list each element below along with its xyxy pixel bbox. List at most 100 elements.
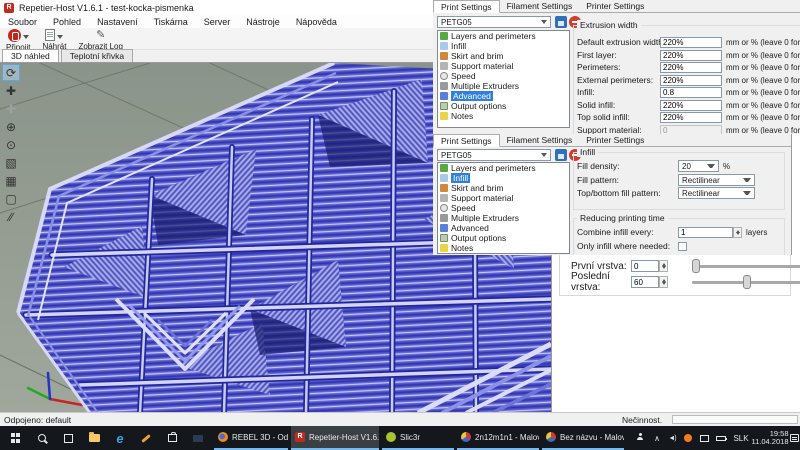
combine-infill-stepper[interactable] <box>733 227 742 238</box>
top-solid-infill-width-input[interactable] <box>660 112 722 123</box>
fill-density-select[interactable]: 20 <box>678 160 719 172</box>
menu-pohled[interactable]: Pohled <box>45 17 89 27</box>
list-item-skirt[interactable]: Skirt and brim <box>438 51 569 61</box>
last-layer-slider[interactable] <box>692 281 800 284</box>
volume-tray-button[interactable]: ◄) <box>664 426 680 450</box>
edge-button[interactable]: e <box>108 426 132 450</box>
list-item-infill[interactable]: Infill <box>438 173 569 183</box>
first-layer-stepper[interactable] <box>659 260 668 272</box>
first-layer-input[interactable] <box>631 260 659 272</box>
last-layer-stepper[interactable] <box>659 276 668 288</box>
isometric-view-button[interactable]: ▧ <box>2 154 20 171</box>
list-item-extruders[interactable]: Multiple Extruders <box>438 81 569 91</box>
zoom-in-button[interactable]: ⊕ <box>2 118 20 135</box>
default-extrusion-width-input[interactable] <box>660 37 722 48</box>
antivirus-tray-button[interactable] <box>680 426 696 450</box>
list-item-support[interactable]: Support material <box>438 193 569 203</box>
infill-width-input[interactable] <box>660 87 722 98</box>
store-button[interactable] <box>160 426 184 450</box>
list-item-speed[interactable]: Speed <box>438 203 569 213</box>
taskbar-window-paint-2[interactable]: Bez názvu - Malová... <box>542 426 624 450</box>
tab-temperature-curve[interactable]: Teplotní křivka <box>61 49 133 62</box>
perimeters-width-input[interactable] <box>660 62 722 73</box>
menu-tiskarna[interactable]: Tiskárna <box>146 17 196 27</box>
people-tray-button[interactable] <box>632 426 648 450</box>
rotate-tool-button[interactable]: ⟳ <box>2 64 20 81</box>
menu-nastroje[interactable]: Nástroje <box>238 17 288 27</box>
list-item-advanced[interactable]: Advanced <box>438 223 569 233</box>
chevron-down-icon[interactable] <box>57 35 63 39</box>
pinned-app-button[interactable] <box>134 426 158 450</box>
notification-center-button[interactable] <box>788 426 800 450</box>
tab-3d-view[interactable]: 3D náhled <box>2 49 59 62</box>
list-item-speed[interactable]: Speed <box>438 71 569 81</box>
list-item-extruders[interactable]: Multiple Extruders <box>438 213 569 223</box>
tab-print-settings[interactable]: Print Settings <box>433 0 500 13</box>
clock[interactable]: 19:5811.04.2018 <box>752 426 788 450</box>
slicer-tabs: Print Settings Filament Settings Printer… <box>433 0 800 13</box>
battery-tray-button[interactable] <box>712 426 730 450</box>
file-explorer-button[interactable] <box>82 426 106 450</box>
first-layer-width-input[interactable] <box>660 50 722 61</box>
chevron-down-icon[interactable] <box>23 35 29 39</box>
hidden-icons-button[interactable]: ∧ <box>650 426 664 450</box>
save-profile-icon[interactable] <box>555 149 567 161</box>
task-view-button[interactable] <box>56 426 80 450</box>
tab-printer-settings[interactable]: Printer Settings <box>579 0 651 12</box>
profile-select[interactable]: PETG05 <box>437 149 551 161</box>
save-profile-icon[interactable] <box>555 16 567 28</box>
parallel-projection-button[interactable]: ∕∕ <box>2 208 20 225</box>
last-layer-input[interactable] <box>631 276 659 288</box>
front-view-button[interactable]: ▦ <box>2 172 20 189</box>
tab-filament-settings[interactable]: Filament Settings <box>500 134 580 146</box>
menu-soubor[interactable]: Soubor <box>0 17 45 27</box>
menu-server[interactable]: Server <box>196 17 239 27</box>
list-item-layers[interactable]: Layers and perimeters <box>438 31 569 41</box>
tab-filament-settings[interactable]: Filament Settings <box>500 0 580 12</box>
display-tray-button[interactable] <box>696 426 712 450</box>
taskbar-window-repetier[interactable]: RRepetier-Host V1.6... <box>291 426 379 450</box>
start-button[interactable] <box>4 426 28 450</box>
taskbar-window-slic3r[interactable]: Slic3r <box>382 426 454 450</box>
pinned-app-button-2[interactable] <box>186 426 210 450</box>
list-item-layers[interactable]: Layers and perimeters <box>438 163 569 173</box>
search-button[interactable] <box>30 426 54 450</box>
list-item-output[interactable]: Output options <box>438 101 569 111</box>
zoom-out-button[interactable]: ⊙ <box>2 136 20 153</box>
list-item-skirt[interactable]: Skirt and brim <box>438 183 569 193</box>
menu-nastaveni[interactable]: Nastavení <box>89 17 146 27</box>
fill-pattern-select[interactable]: Rectilinear <box>678 174 755 186</box>
first-layer-slider-thumb[interactable] <box>692 259 700 273</box>
menu-napoveda[interactable]: Nápověda <box>288 17 345 27</box>
solid-infill-width-input[interactable] <box>660 100 722 111</box>
move-tool-button[interactable]: ✚ <box>2 82 20 99</box>
move-icon: ✚ <box>6 84 16 98</box>
list-item-support[interactable]: Support material <box>438 61 569 71</box>
list-item-notes[interactable]: Notes <box>438 111 569 121</box>
list-item-infill[interactable]: Infill <box>438 41 569 51</box>
list-item-output[interactable]: Output options <box>438 233 569 243</box>
wireframe-view-button[interactable]: ▢ <box>2 190 20 207</box>
taskbar-window-paint-1[interactable]: 2n12m1n1 - Malov... <box>457 426 539 450</box>
last-layer-slider-thumb[interactable] <box>743 275 751 289</box>
profile-select[interactable]: PETG05 <box>437 16 551 28</box>
only-infill-checkbox[interactable] <box>678 242 687 251</box>
first-layer-slider[interactable] <box>692 265 800 268</box>
group-title: Extrusion width <box>577 20 641 30</box>
top-bottom-fill-pattern-select[interactable]: Rectilinear <box>678 187 755 199</box>
isometric-view-icon: ▧ <box>5 156 16 170</box>
layers-icon <box>440 32 448 40</box>
language-indicator[interactable]: SLK <box>730 426 752 450</box>
combine-infill-input[interactable] <box>678 227 733 238</box>
external-perimeters-width-input[interactable] <box>660 75 722 86</box>
list-item-advanced[interactable]: Advanced <box>438 91 569 101</box>
load-button[interactable]: Náhrát <box>36 28 72 51</box>
last-layer-row: Poslední vrstva: <box>571 275 796 289</box>
move-viewpoint-button[interactable]: ✚ <box>2 100 20 117</box>
taskbar-window-firefox[interactable]: REBEL 3D - Odeslat... <box>214 426 288 450</box>
show-log-button[interactable]: ✎ Zobrazit Log <box>72 28 128 51</box>
tab-print-settings[interactable]: Print Settings <box>433 134 500 147</box>
tab-printer-settings[interactable]: Printer Settings <box>579 134 651 146</box>
app-icon: R <box>4 3 14 13</box>
list-item-notes[interactable]: Notes <box>438 243 569 253</box>
